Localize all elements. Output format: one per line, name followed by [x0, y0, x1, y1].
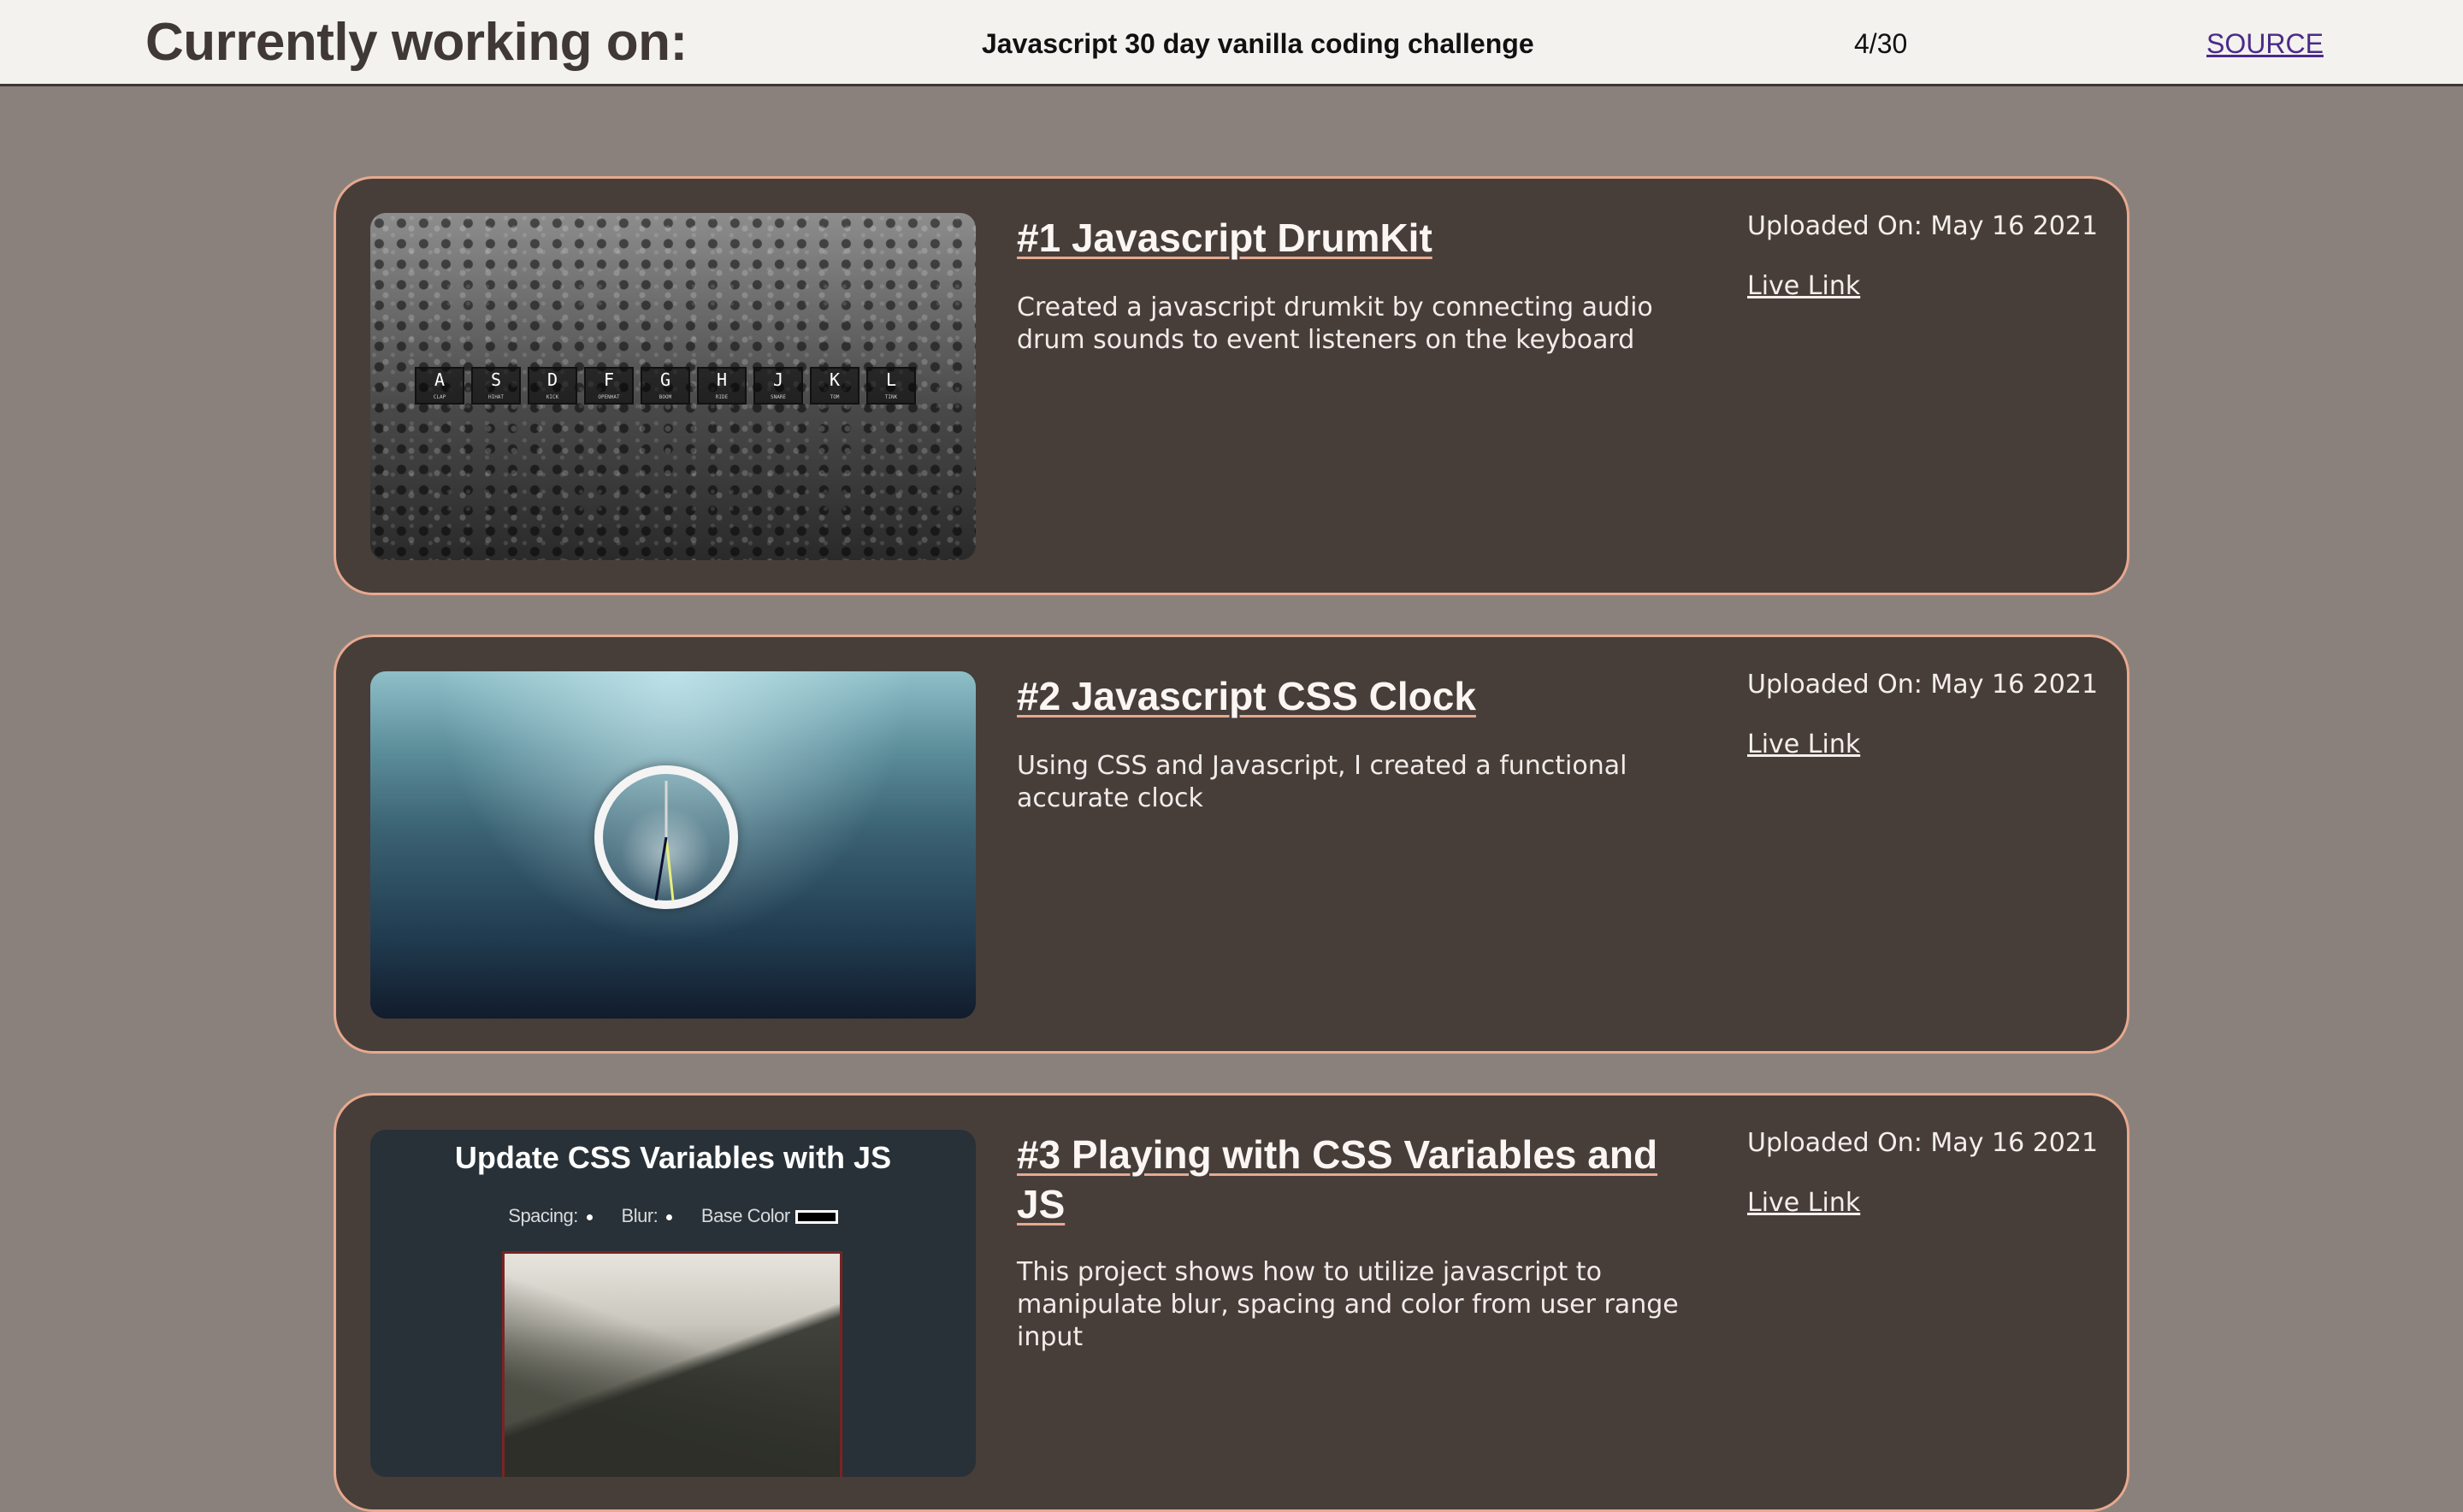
project-description: Created a javascript drumkit by connecti…	[1017, 292, 1653, 355]
project-title-link[interactable]: #3 Playing with CSS Variables and JS	[1017, 1130, 1701, 1229]
mountain-photo	[502, 1251, 842, 1477]
project-card-css-variables: Update CSS Variables with JS Spacing: Bl…	[334, 1093, 2129, 1512]
project-title-link[interactable]: #1 Javascript DrumKit	[1017, 213, 1701, 263]
project-card-clock: #2 Javascript CSS Clock Using CSS and Ja…	[334, 635, 2129, 1054]
drum-key: H RIDE	[697, 367, 747, 405]
css-variables-preview: Update CSS Variables with JS Spacing: Bl…	[370, 1130, 976, 1477]
top-bar: Currently working on: Javascript 30 day …	[0, 0, 2463, 86]
preview-heading: Update CSS Variables with JS	[454, 1140, 892, 1175]
drum-key: F OPENHAT	[584, 367, 634, 405]
live-link[interactable]: Live Link	[1747, 271, 1860, 301]
live-link[interactable]: Live Link	[1747, 1188, 1860, 1218]
source-link[interactable]: SOURCE	[2206, 28, 2324, 60]
page-title: Currently working on:	[145, 13, 688, 72]
clock-thumbnail	[370, 671, 976, 1019]
upload-date: Uploaded On: May 16 2021	[1747, 211, 2099, 241]
drum-key: K TOM	[810, 367, 859, 405]
live-link[interactable]: Live Link	[1747, 729, 1860, 759]
spacing-control: Spacing:	[508, 1205, 593, 1226]
drum-keys: A CLAP S HIHAT D KICK F OPENHAT G BOOM H RIDE …	[415, 367, 916, 405]
hour-hand	[654, 836, 668, 901]
project-description: This project shows how to utilize javasc…	[1017, 1257, 1679, 1352]
drum-key: D KICK	[528, 367, 577, 405]
drum-key: A CLAP	[415, 367, 464, 405]
clock-face	[594, 765, 738, 909]
underwater-image	[370, 671, 976, 1019]
drum-key: S HIHAT	[471, 367, 521, 405]
css-variables-thumbnail: Update CSS Variables with JS Spacing: Bl…	[370, 1130, 976, 1477]
challenge-name: Javascript 30 day vanilla coding challen…	[982, 28, 1534, 59]
blur-control: Blur:	[622, 1205, 673, 1226]
project-title-link[interactable]: #2 Javascript CSS Clock	[1017, 671, 1701, 721]
clock-hands	[654, 781, 675, 901]
crowd-image: A CLAP S HIHAT D KICK F OPENHAT G BOOM H RIDE …	[370, 213, 976, 560]
drum-key: L TINK	[866, 367, 916, 405]
challenge-progress: 4/30	[1854, 28, 1908, 59]
drumkit-thumbnail: A CLAP S HIHAT D KICK F OPENHAT G BOOM H RIDE …	[370, 213, 976, 560]
drum-key: G BOOM	[641, 367, 690, 405]
drum-key: J SNARE	[753, 367, 803, 405]
project-description: Using CSS and Javascript, I created a fu…	[1017, 751, 1627, 813]
upload-date: Uploaded On: May 16 2021	[1747, 670, 2099, 700]
second-hand	[664, 836, 675, 901]
upload-date: Uploaded On: May 16 2021	[1747, 1128, 2099, 1158]
base-color-control: Base Color	[701, 1205, 838, 1226]
preview-controls: Spacing: Blur: Base Color	[370, 1205, 976, 1227]
project-card-drumkit: A CLAP S HIHAT D KICK F OPENHAT G BOOM H RIDE …	[334, 176, 2129, 595]
